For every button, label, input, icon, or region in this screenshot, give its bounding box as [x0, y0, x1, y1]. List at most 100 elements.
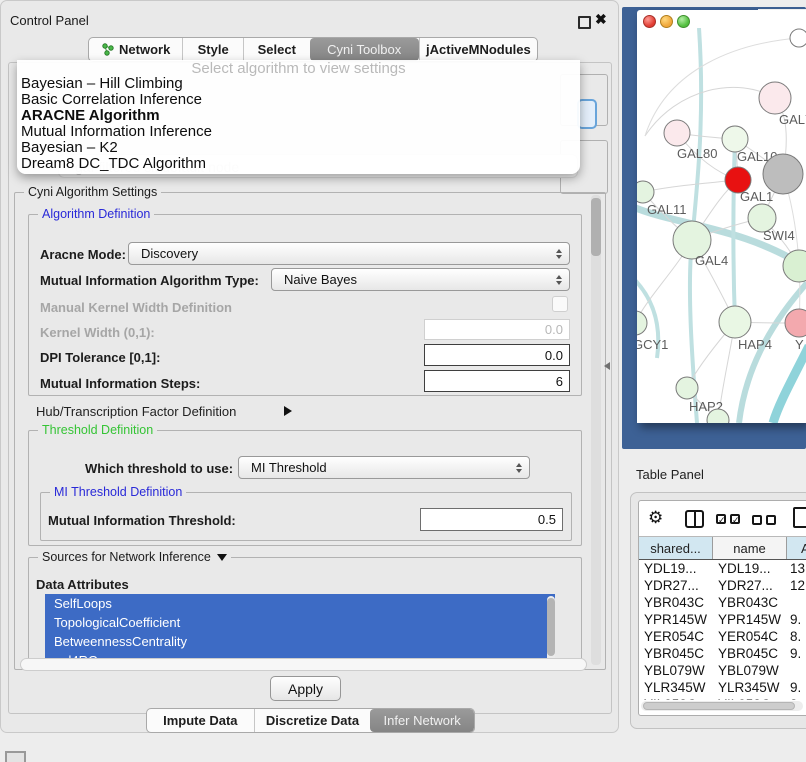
- algorithm-dropdown-placeholder: Select algorithm to view settings: [17, 60, 580, 76]
- algorithm-option[interactable]: Bayesian – K2: [17, 140, 580, 156]
- mac-close-icon[interactable]: [643, 15, 656, 28]
- apply-button[interactable]: Apply: [270, 676, 341, 701]
- attribute-item-selected[interactable]: SelfLoops: [45, 594, 555, 613]
- column-header-partial[interactable]: A: [787, 537, 806, 559]
- expand-arrow-icon[interactable]: [284, 406, 292, 416]
- tab-network[interactable]: Network: [89, 38, 182, 61]
- mi-threshold-field[interactable]: 0.5: [420, 508, 563, 531]
- table-horizontal-scrollbar-thumb[interactable]: [643, 702, 795, 710]
- mac-zoom-icon[interactable]: [677, 15, 690, 28]
- mi-threshold-value: 0.5: [538, 512, 556, 527]
- network-node[interactable]: [719, 306, 751, 338]
- tab-style[interactable]: Style: [182, 38, 243, 61]
- algorithm-option[interactable]: Dream8 DC_TDC Algorithm: [17, 156, 580, 172]
- network-node-label: GCY1: [637, 337, 668, 352]
- table-row[interactable]: YBL079WYBL079W: [639, 662, 806, 679]
- network-node[interactable]: [664, 120, 690, 146]
- columns-icon[interactable]: [685, 510, 704, 528]
- tab-cyni-toolbox[interactable]: Cyni Toolbox: [310, 38, 419, 61]
- select-all-checkbox-icon[interactable]: ✓: [730, 514, 740, 524]
- data-attributes-label: Data Attributes: [36, 577, 129, 592]
- network-node[interactable]: [637, 311, 647, 335]
- algorithm-option[interactable]: Bayesian – Hill Climbing: [17, 76, 580, 92]
- mi-algorithm-type-label: Mutual Information Algorithm Type:: [40, 273, 259, 288]
- collapsed-panel-icon[interactable]: [5, 751, 26, 762]
- network-node[interactable]: [759, 82, 791, 114]
- hub-definition-label: Hub/Transcription Factor Definition: [36, 404, 236, 419]
- table-row[interactable]: YIL052CYIL052C8: [639, 696, 806, 700]
- aracne-mode-select[interactable]: Discovery: [128, 242, 570, 265]
- algorithm-option[interactable]: Basic Correlation Inference: [17, 92, 580, 108]
- combo-stepper-icon: [556, 272, 562, 288]
- kernel-width-label: Kernel Width (0,1):: [40, 325, 155, 340]
- network-node[interactable]: [637, 181, 654, 203]
- attribute-item-selected[interactable]: BetweennessCentrality: [45, 632, 555, 651]
- network-node-label: GAL7: [779, 112, 806, 127]
- settings-scrollbar-thumb[interactable]: [591, 198, 601, 256]
- deselect-all-checkbox-icon[interactable]: [752, 515, 762, 525]
- control-panel-tabbar: Network Style Select Cyni Toolbox jActiv…: [88, 37, 538, 62]
- table-row[interactable]: YLR345WYLR345W9.: [639, 679, 806, 696]
- gear-icon[interactable]: ⚙: [648, 508, 663, 528]
- tab-discretize-data[interactable]: Discretize Data: [254, 709, 371, 732]
- network-node[interactable]: [790, 29, 806, 47]
- column-header-shared-name[interactable]: shared...: [639, 537, 713, 559]
- attributes-list-scrollbar[interactable]: [547, 596, 555, 666]
- attributes-list-scrollbar-thumb[interactable]: [547, 598, 555, 656]
- mac-minimize-icon[interactable]: [660, 15, 673, 28]
- table-row[interactable]: YPR145WYPR145W9.: [639, 611, 806, 628]
- sources-group-title: Sources for Network Inference: [38, 550, 231, 564]
- algorithm-option-highlighted[interactable]: ARACNE Algorithm: [17, 108, 580, 124]
- tab-discretize-data-label: Discretize Data: [266, 713, 359, 728]
- which-threshold-select[interactable]: MI Threshold: [238, 456, 530, 479]
- table-row[interactable]: YDL19...YDL19...13: [639, 560, 806, 577]
- algorithm-definition-title: Algorithm Definition: [38, 207, 154, 221]
- mi-steps-field[interactable]: 6: [424, 370, 570, 392]
- which-threshold-value: MI Threshold: [239, 460, 327, 475]
- table-horizontal-scrollbar[interactable]: [641, 701, 803, 711]
- splitter-collapse-icon[interactable]: [604, 362, 610, 370]
- sources-title-text: Sources for Network Inference: [42, 550, 211, 564]
- new-table-icon[interactable]: [793, 507, 806, 528]
- tab-cyni-toolbox-label: Cyni Toolbox: [327, 42, 401, 57]
- settings-scrollbar[interactable]: [591, 195, 601, 665]
- mi-algorithm-type-select[interactable]: Naive Bayes: [271, 268, 570, 291]
- manual-kernel-width-checkbox[interactable]: [552, 296, 568, 312]
- control-panel-title: Control Panel: [10, 13, 89, 28]
- tab-impute-data-label: Impute Data: [163, 713, 237, 728]
- combo-stepper-icon: [516, 460, 522, 476]
- table-panel-title: Table Panel: [636, 467, 704, 482]
- dpi-tolerance-label: DPI Tolerance [0,1]:: [40, 350, 160, 365]
- network-node-label: Y: [795, 337, 804, 352]
- deselect-all-checkbox-icon[interactable]: [766, 515, 776, 525]
- hidden-focused-combo-fragment: [577, 99, 597, 129]
- network-node-label: GAL80: [677, 146, 717, 161]
- mi-steps-label: Mutual Information Steps:: [40, 376, 200, 391]
- table-row[interactable]: YER054CYER054C8.: [639, 628, 806, 645]
- tab-select[interactable]: Select: [243, 38, 310, 61]
- table-row[interactable]: YBR045CYBR045C9.: [639, 645, 806, 662]
- table-row[interactable]: YDR27...YDR27...12: [639, 577, 806, 594]
- tab-jactivemnodules[interactable]: jActiveMNodules: [419, 38, 537, 61]
- table-row[interactable]: YBR043CYBR043C: [639, 594, 806, 611]
- collapse-arrow-icon[interactable]: [217, 554, 227, 561]
- close-icon[interactable]: ✖: [595, 11, 607, 28]
- network-node[interactable]: [763, 154, 803, 194]
- column-header-name[interactable]: name: [713, 537, 787, 559]
- screenshot-root: Control Panel ✖ Network Style Select Cyn…: [0, 0, 806, 762]
- tab-impute-data[interactable]: Impute Data: [147, 709, 254, 732]
- tab-infer-network[interactable]: Infer Network: [370, 709, 474, 732]
- float-window-icon[interactable]: [578, 16, 591, 29]
- settings-horizontal-scrollbar[interactable]: [20, 658, 587, 671]
- tab-jactivemnodules-label: jActiveMNodules: [426, 42, 531, 57]
- attribute-item-selected[interactable]: TopologicalCoefficient: [45, 613, 555, 632]
- network-node[interactable]: [676, 377, 698, 399]
- network-node[interactable]: [785, 309, 806, 337]
- data-attributes-list: SelfLoops TopologicalCoefficient Between…: [45, 594, 555, 668]
- select-all-checkbox-icon[interactable]: ✓: [716, 514, 726, 524]
- network-canvas[interactable]: GAL7GAL80GAL10GAL1GAL11SWI4GAL4GCY1HAP4Y…: [637, 28, 806, 423]
- aracne-mode-label: Aracne Mode:: [40, 247, 126, 262]
- algorithm-option[interactable]: Mutual Information Inference: [17, 124, 580, 140]
- dpi-tolerance-field[interactable]: 0.0: [424, 344, 570, 366]
- apply-button-label: Apply: [288, 681, 323, 697]
